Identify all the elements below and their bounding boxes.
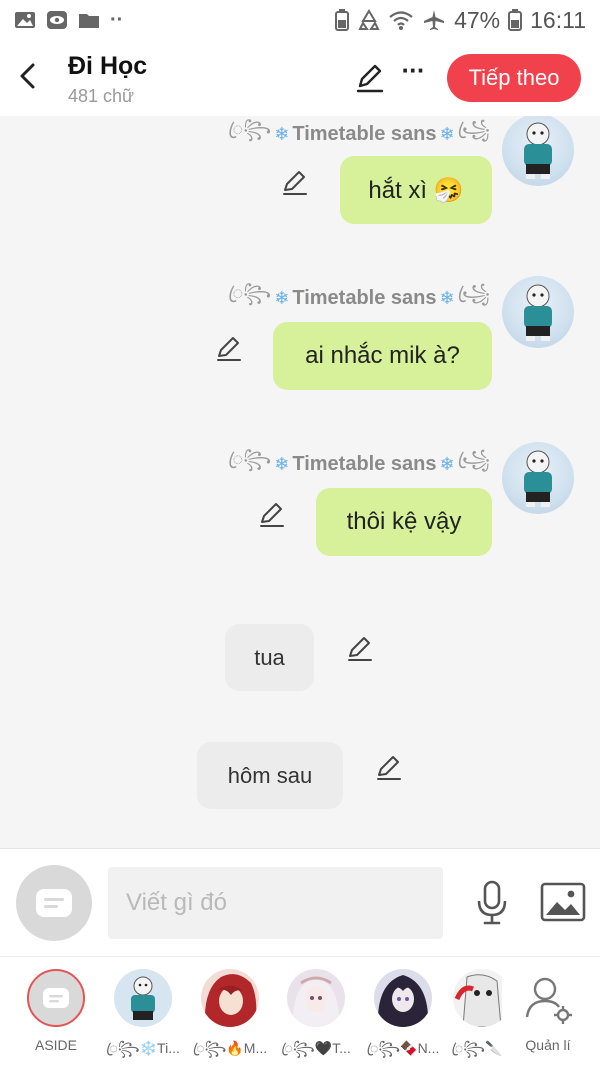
aside-bubble[interactable]: tua (225, 624, 314, 691)
character-aside[interactable]: ASIDE (18, 969, 94, 1053)
edit-message-button[interactable] (257, 500, 287, 530)
message-sender: ꦿ꧂ ❄ Timetable sans ❄ ꧁ꦿ (228, 280, 490, 316)
edit-message-button[interactable] (280, 168, 310, 198)
chat-area[interactable]: ꦿ꧂ ❄ Timetable sans ❄ ꧁ꦿ hắt xì 🤧 ꦿ꧂ ❄ Timetab… (0, 116, 600, 848)
message-sender: ꦿ꧂ ❄ Timetable sans ❄ ꧁ꦿ (228, 446, 490, 482)
character-avatar-image (453, 969, 502, 1027)
swirl-decoration-icon: ꦿ꧂ (228, 283, 272, 303)
swirl-decoration-icon: ꧁ꦿ (457, 119, 490, 139)
recycle-icon (358, 9, 380, 30)
airplane-icon (424, 10, 445, 30)
avatar (114, 969, 172, 1027)
user-settings-icon (525, 977, 572, 1024)
avatar (201, 969, 259, 1027)
character-label: ꦿ꧂🔥M... (192, 1040, 268, 1056)
gallery-icon (15, 12, 35, 28)
snowflake-icon: ❄ (439, 453, 455, 474)
aside-avatar (27, 969, 85, 1027)
avatar[interactable] (502, 276, 574, 348)
character-slot[interactable]: ꦿ꧂🍫N... (365, 969, 441, 1066)
image-icon[interactable] (540, 881, 586, 923)
character-bar: ASIDE ꦿ꧂❄️Ti... ꦿ꧂🔥M... ꦿ꧂🖤T... ꦿ꧂🍫N... … (0, 956, 600, 1067)
chevron-left-icon (20, 63, 35, 89)
status-notification-icons: ·· (14, 9, 123, 32)
message-input[interactable] (108, 867, 443, 939)
page-title[interactable]: Đi Học (68, 52, 147, 81)
character-avatar-image (114, 969, 172, 1027)
battery-icon (508, 9, 523, 31)
character-label: ꦿ꧂🔪 (452, 1040, 502, 1056)
character-avatar-image (524, 450, 552, 507)
character-label: ꦿ꧂🖤T... (281, 1040, 351, 1056)
wifi-icon (389, 11, 413, 30)
snowflake-icon: ❄ (274, 453, 290, 474)
aside-mode-button[interactable] (16, 865, 92, 941)
avatar (374, 969, 432, 1027)
swirl-decoration-icon: ꧁ꦿ (457, 283, 490, 303)
status-system-icons: 47% 16:11 (334, 7, 586, 34)
aside-bubble[interactable]: hôm sau (197, 742, 343, 809)
message-icon (43, 988, 69, 1008)
message-icon (36, 889, 72, 917)
avatar[interactable] (502, 116, 574, 186)
folder-icon (79, 14, 99, 28)
edit-message-button[interactable] (214, 334, 244, 364)
back-button[interactable] (12, 58, 42, 94)
next-button[interactable]: Tiếp theo (447, 54, 581, 102)
swirl-decoration-icon: ꦿ꧂ (228, 449, 272, 469)
character-avatar-image (524, 284, 552, 341)
more-notifications-icon: ·· (110, 8, 124, 31)
avatar (287, 969, 345, 1027)
character-label: ꦿ꧂🍫N... (366, 1040, 440, 1056)
edit-message-button[interactable] (345, 634, 375, 664)
edit-message-button[interactable] (374, 753, 404, 783)
message-sender: ꦿ꧂ ❄ Timetable sans ❄ ꧁ꦿ (228, 116, 490, 152)
battery-percent: 47% (454, 6, 501, 33)
swirl-decoration-icon: ꦿ꧂ (228, 119, 272, 139)
snowflake-icon: ❄ (274, 123, 290, 144)
edit-title-button[interactable] (354, 62, 386, 94)
word-count: 481 chữ (68, 86, 135, 106)
clock: 16:11 (530, 6, 586, 33)
character-avatar-image (201, 969, 259, 1027)
message-bubble[interactable]: hắt xì 🤧 (340, 156, 492, 224)
avatar[interactable] (502, 442, 574, 514)
character-slot[interactable]: ꦿ꧂🔥M... (192, 969, 268, 1066)
character-label: ꦿ꧂❄️Ti... (106, 1040, 180, 1056)
microphone-icon[interactable] (472, 879, 512, 927)
snowflake-icon: ❄ (439, 287, 455, 308)
snowflake-icon: ❄ (274, 287, 290, 308)
character-avatar-image (524, 122, 552, 179)
character-slot[interactable]: ꦿ꧂🔪 (452, 969, 502, 1066)
character-avatar-image (374, 969, 432, 1027)
eye-app-icon (47, 11, 67, 29)
message-bubble[interactable]: ai nhắc mik à? (273, 322, 492, 390)
character-avatar-image (287, 969, 345, 1027)
character-label: Quản lí (525, 1037, 571, 1053)
avatar (453, 969, 502, 1027)
message-bubble[interactable]: thôi kệ vậy (316, 488, 492, 556)
composer-bar (0, 848, 600, 956)
swirl-decoration-icon: ꧁ꦿ (457, 449, 490, 469)
snowflake-icon: ❄ (439, 123, 455, 144)
battery-saver-icon (335, 9, 350, 31)
more-options-button[interactable]: ··· (398, 57, 428, 90)
manage-characters-button[interactable]: Quản lí (510, 969, 586, 1053)
character-slot[interactable]: ꦿ꧂🖤T... (278, 969, 354, 1066)
story-header: Đi Học 481 chữ ··· Tiếp theo (0, 40, 600, 116)
character-slot[interactable]: ꦿ꧂❄️Ti... (105, 969, 181, 1066)
character-label: ASIDE (34, 1037, 77, 1053)
status-bar: ·· 47% 16:11 (0, 0, 600, 40)
